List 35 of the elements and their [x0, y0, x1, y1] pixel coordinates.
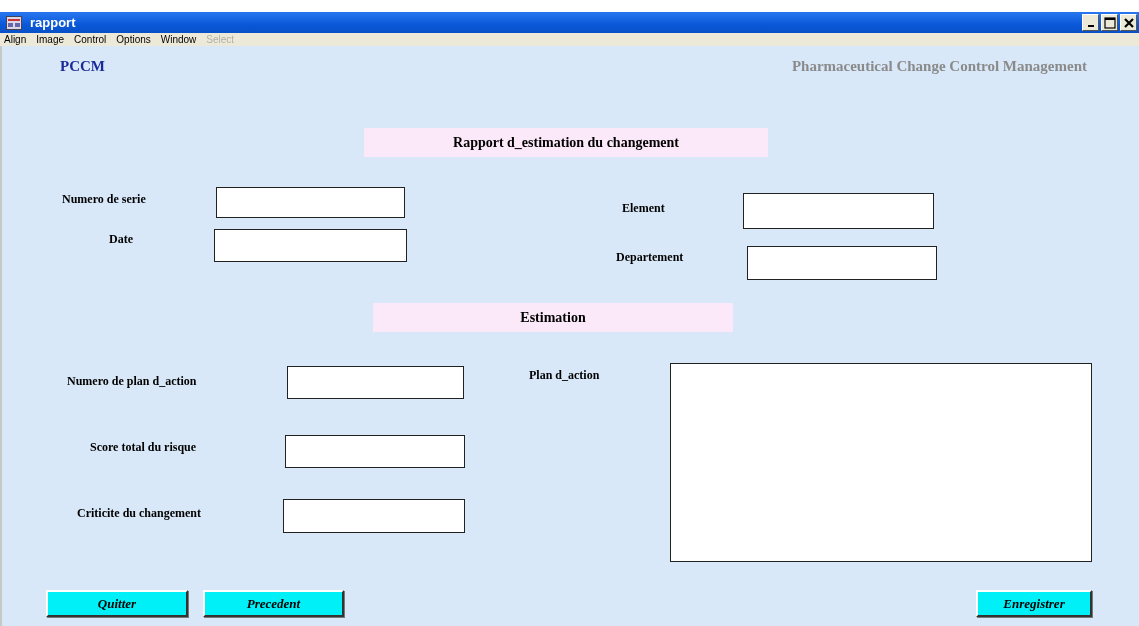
menu-item[interactable]: Image [36, 33, 65, 46]
field-label: Numero de serie [62, 192, 146, 207]
minimize-button[interactable] [1082, 14, 1099, 31]
menu-item[interactable]: Align [4, 33, 27, 46]
input-field[interactable] [216, 187, 405, 218]
field-label: Date [109, 232, 133, 247]
field-label: Score total du risque [90, 440, 197, 455]
input-field[interactable] [743, 193, 934, 229]
form-button[interactable]: Quitter [46, 590, 188, 617]
close-button[interactable] [1120, 14, 1137, 31]
field-label: Element [622, 201, 665, 216]
form-button[interactable]: Enregistrer [976, 590, 1092, 617]
window-icon [6, 15, 22, 30]
field-label: Numero de plan d_action [67, 374, 197, 389]
input-field[interactable] [747, 246, 937, 280]
input-field[interactable] [283, 499, 465, 533]
field-label: Criticite du changement [77, 506, 201, 521]
input-field[interactable] [287, 366, 464, 399]
close-icon [1123, 17, 1134, 28]
app-logo-text: PCCM [60, 58, 105, 75]
menu-item[interactable]: Control [74, 33, 107, 46]
form-button[interactable]: Precedent [203, 590, 344, 617]
input-field[interactable] [214, 229, 407, 262]
field-label: Plan d_action [529, 368, 600, 383]
menu-item[interactable]: Options [116, 33, 151, 46]
input-field[interactable] [285, 435, 465, 468]
window-title: rapport [30, 15, 76, 30]
field-label: Departement [616, 250, 684, 265]
app-tagline: Pharmaceutical Change Control Management [791, 58, 1087, 75]
maximize-button[interactable] [1101, 14, 1118, 31]
maximize-icon [1103, 16, 1116, 29]
minimize-icon [1087, 25, 1094, 27]
section-heading: Estimation [373, 303, 733, 332]
menu-item[interactable]: Window [160, 33, 197, 46]
section-heading: Rapport d_estimation du changement [364, 128, 768, 157]
